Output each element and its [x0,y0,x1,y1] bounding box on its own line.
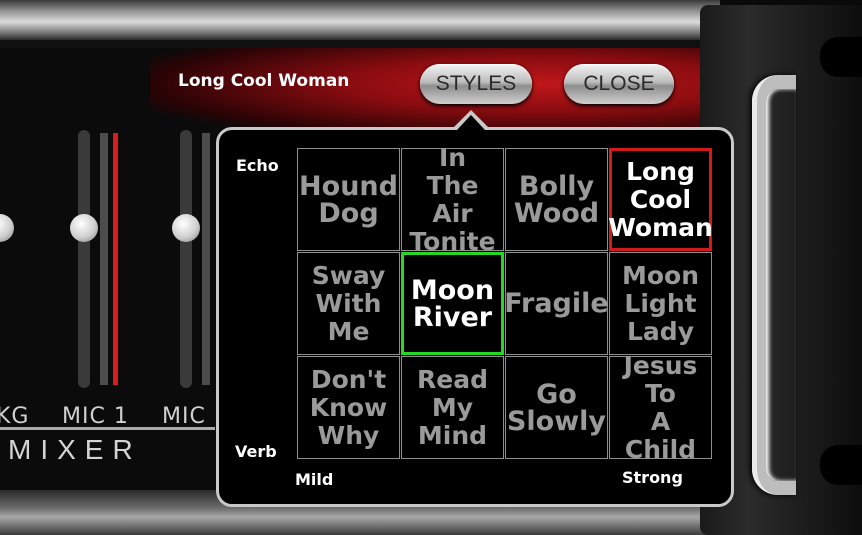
mounting-slot-bottom [820,445,862,485]
style-cell[interactable]: Moon River [401,252,504,355]
style-cell[interactable]: Jesus To A Child [609,351,712,463]
style-cell-label: Read My Mind [417,364,488,450]
style-cell-label: Long Cool Woman [608,156,713,242]
style-cell[interactable]: Fragile [504,252,609,355]
style-cell[interactable]: Long Cool Woman [608,148,713,251]
style-cell-label: Fragile [504,288,609,319]
style-cell-label: Bolly Wood [513,170,600,229]
style-cell-label: Don't Know Why [309,364,388,450]
fader-knob-mic1[interactable] [70,214,98,242]
top-rail-lip [0,40,720,48]
style-grid: Hound Dog In The Air Tonite Bolly Wood Long Cool W… [297,143,714,463]
style-cell-label: Moon Light Lady [621,260,700,346]
axis-label-strong: Strong [622,468,683,487]
channel-label-kg: KG [0,404,30,429]
style-cell-label: Moon River [410,274,495,333]
channel-label-mic2: MIC [162,404,206,429]
channel-label-mic1: MIC 1 [62,404,129,429]
style-cell[interactable]: In The Air Tonite [401,143,504,255]
level-meter-mic1-left [100,133,108,385]
fader-track-mic1[interactable] [78,130,90,388]
style-cell[interactable]: Hound Dog [297,148,400,251]
style-cell-label: Hound Dog [299,170,398,229]
fader-knob-mic2[interactable] [172,214,200,242]
style-cell-label: Jesus To A Child [623,350,698,464]
level-meter-mic2-left [202,133,210,385]
top-rail [0,0,720,40]
style-cell-label: Sway With Me [311,260,386,346]
current-song-title: Long Cool Woman [178,71,350,91]
rack-handle [752,75,796,495]
style-cell[interactable]: Bolly Wood [505,148,608,251]
style-cell[interactable]: Don't Know Why [297,356,400,459]
style-cell-label: Go Slowly [506,378,607,437]
popup-pointer-inner [457,115,485,130]
mixer-section-label: MIXER [8,434,142,465]
fader-track-mic2[interactable] [180,130,192,388]
axis-label-echo: Echo [236,156,279,175]
style-cell[interactable]: Go Slowly [505,356,608,459]
level-meter-mic1-right [113,133,118,385]
style-cell-label: In The Air Tonite [409,142,496,256]
close-button[interactable]: CLOSE [564,64,674,104]
mounting-slot-top [820,37,862,77]
style-cell[interactable]: Sway With Me [297,252,400,355]
style-cell[interactable]: Moon Light Lady [609,252,712,355]
axis-label-mild: Mild [295,470,334,489]
styles-button[interactable]: STYLES [420,64,532,104]
style-cell[interactable]: Read My Mind [401,356,504,459]
axis-label-verb: Verb [235,442,277,461]
